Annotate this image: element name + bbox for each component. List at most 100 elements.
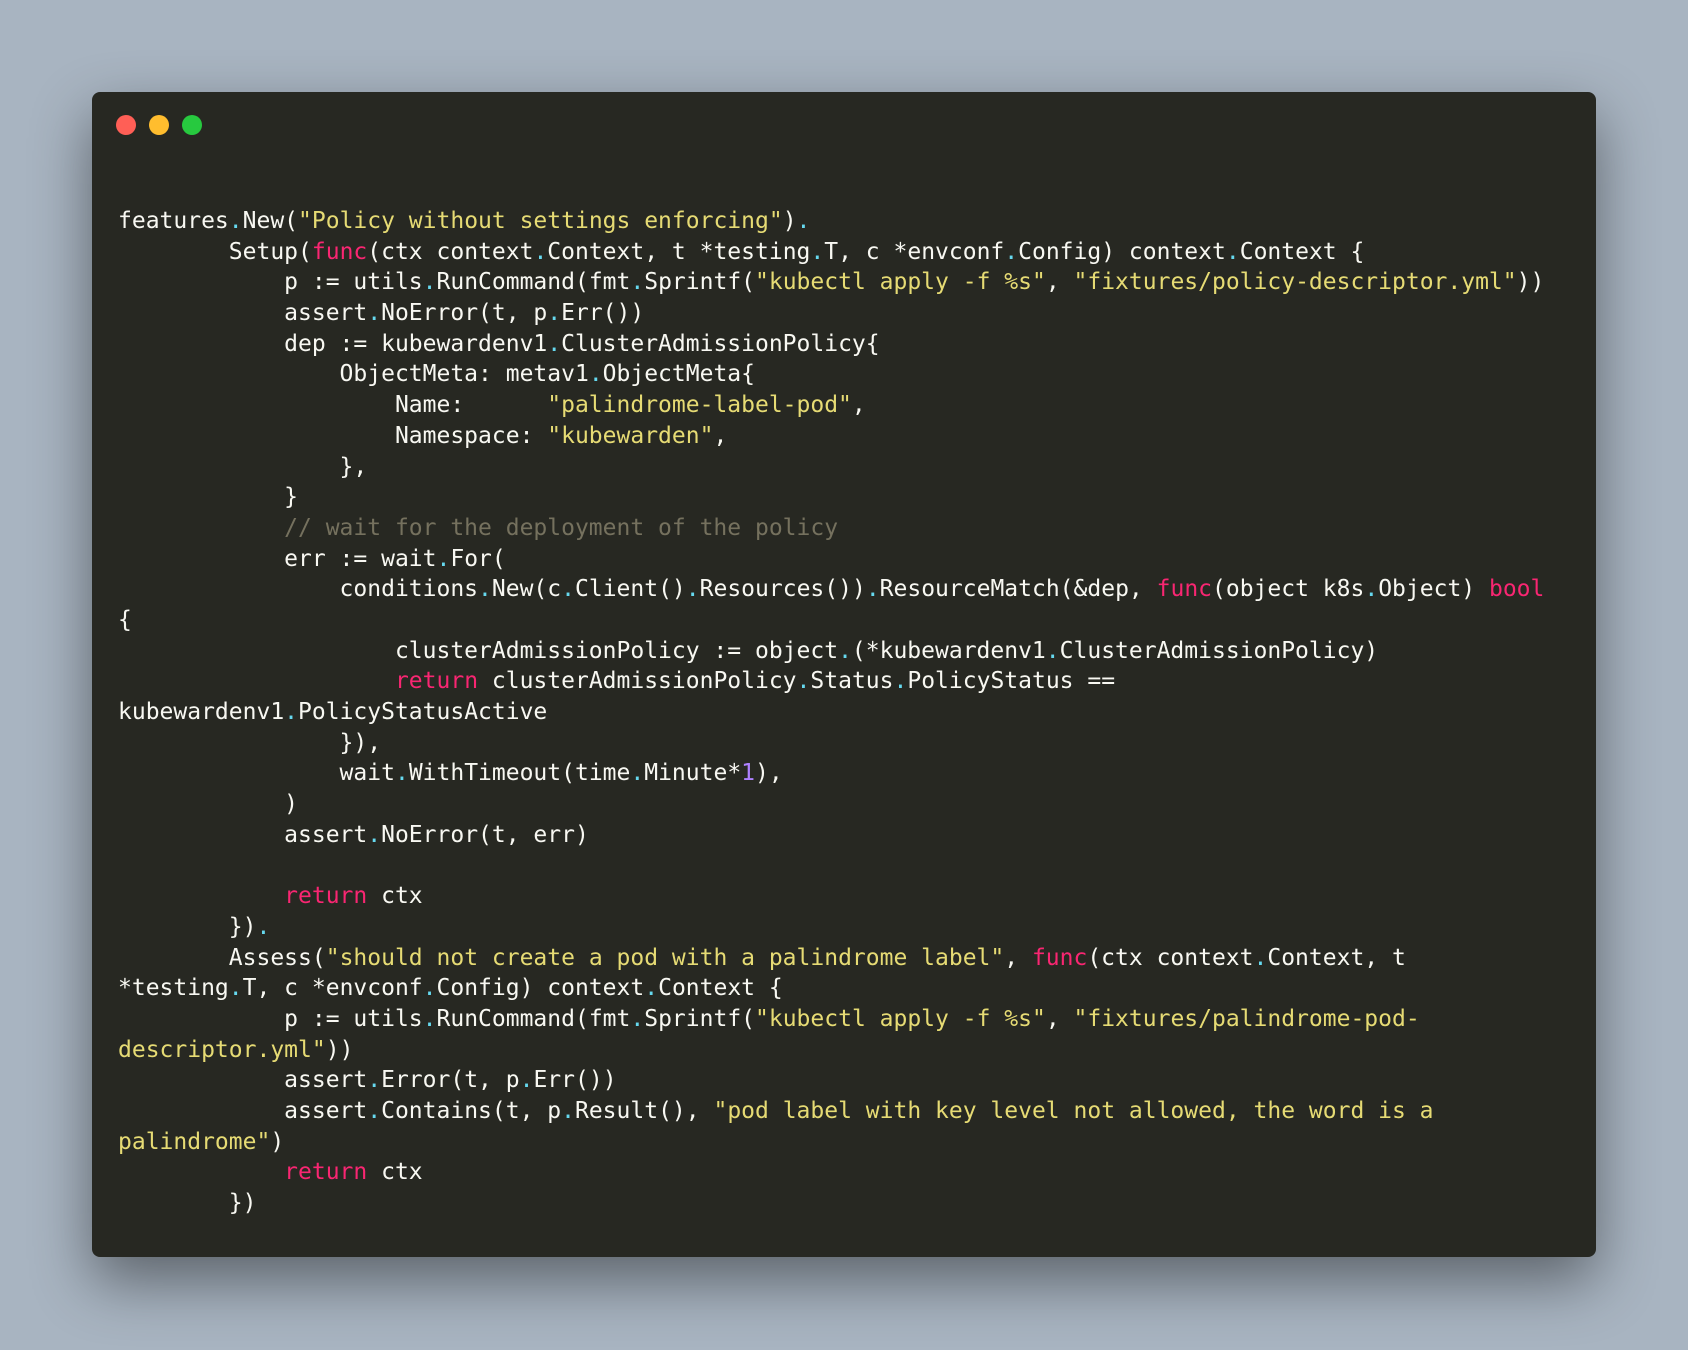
code-line: p := utils.RunCommand(fmt.Sprintf("kubec… [118, 267, 1544, 298]
code-token: (*kubewardenv1 [851, 637, 1046, 664]
code-token: clusterAdmissionPolicy := object [118, 637, 839, 664]
code-token: ctx [367, 883, 423, 910]
code-token: bool [1488, 576, 1545, 603]
code-token: , [1045, 1005, 1074, 1032]
code-line: clusterAdmissionPolicy := object.(*kubew… [118, 636, 1544, 667]
code-token: }), [118, 729, 382, 756]
code-token: "palindrome-label-pod" [547, 392, 852, 419]
code-line: }, [118, 452, 1544, 483]
code-token: PolicyStatus == [907, 668, 1116, 695]
code-token: . [367, 300, 382, 327]
code-token: p := utils [118, 269, 423, 296]
code-token: NoError(t, p [381, 300, 548, 327]
code-token: kubewardenv1 [118, 699, 285, 725]
code-token: . [422, 1005, 437, 1032]
code-token: }, [118, 453, 368, 480]
code-token: func [311, 238, 368, 265]
code-line: features.New("Policy without settings en… [118, 206, 1544, 237]
code-token: assert [118, 1067, 368, 1094]
code-token: RunCommand(fmt [436, 269, 631, 296]
code-line: } [118, 482, 1544, 513]
code-token: . [1045, 637, 1060, 664]
code-token: . [284, 699, 299, 725]
code-token: assert [118, 300, 368, 327]
code-token: return [394, 668, 479, 695]
code-token: err := wait [118, 545, 437, 572]
code-token: , [1004, 944, 1032, 971]
code-line: kubewardenv1.PolicyStatusActive [118, 697, 1544, 728]
code-token: Namespace: [118, 422, 548, 449]
code-token: . [810, 238, 825, 265]
code-token: ), [755, 760, 783, 787]
code-token: . [685, 576, 700, 603]
code-line: // wait for the deployment of the policy [118, 513, 1544, 544]
code-token: Sprintf( [644, 269, 756, 296]
code-token: . [547, 300, 562, 327]
code-token: Contains(t, p [381, 1097, 562, 1124]
code-token: . [478, 576, 492, 603]
minimize-button[interactable] [149, 115, 169, 135]
code-token: ObjectMeta{ [602, 361, 755, 388]
code-token: Setup( [118, 238, 312, 265]
code-token: . [394, 760, 409, 787]
code-token: T, c *envconf [242, 975, 423, 1002]
code-token: ctx [367, 1159, 423, 1186]
close-button[interactable] [116, 115, 136, 135]
code-token: clusterAdmissionPolicy [478, 668, 797, 695]
code-line: Namespace: "kubewarden", [118, 421, 1544, 452]
code-token: "Policy without settings enforcing" [298, 208, 783, 234]
code-token: PolicyStatusActive [298, 699, 548, 725]
code-token: Error(t, p [381, 1067, 520, 1094]
code-token: Sprintf( [644, 1005, 756, 1032]
code-token: . [422, 269, 437, 296]
code-token: NoError(t, err) [381, 821, 589, 848]
code-token: wait [118, 760, 395, 787]
code-token: Context { [1239, 238, 1365, 265]
code-token: )) [325, 1036, 354, 1063]
code-line: dep := kubewardenv1.ClusterAdmissionPoli… [118, 329, 1544, 360]
code-token: . [367, 1067, 382, 1094]
code-token: "kubewarden" [547, 422, 714, 449]
code-token: func [1031, 944, 1088, 971]
code-token: Context { [658, 975, 783, 1002]
code-token: . [630, 760, 645, 787]
code-line: Setup(func(ctx context.Context, t *testi… [118, 237, 1544, 268]
code-token: . [519, 1067, 534, 1094]
code-line: assert.Error(t, p.Err()) [118, 1065, 1544, 1096]
code-token: . [796, 208, 811, 234]
code-line: return clusterAdmissionPolicy.Status.Pol… [118, 666, 1544, 697]
code-token: . [228, 208, 243, 234]
code-token: . [367, 821, 382, 848]
code-token: ObjectMeta: metav1 [118, 361, 589, 388]
code-token: Err()) [561, 300, 645, 327]
code-token: . [630, 269, 645, 296]
code-token: Client() [575, 576, 686, 603]
code-token: features [118, 208, 229, 234]
code-token: assert [118, 1097, 368, 1124]
code-line: return ctx [118, 1157, 1544, 1188]
code-token: } [118, 484, 299, 511]
code-line: Assess("should not create a pod with a p… [118, 943, 1544, 974]
code-token: . [838, 637, 852, 664]
code-token: New(c [491, 576, 562, 603]
code-token: return [284, 1159, 368, 1186]
code-line: { [118, 605, 1544, 636]
code-line: conditions.New(c.Client().Resources()).R… [118, 574, 1545, 605]
code-token: conditions [118, 576, 479, 603]
code-line: err := wait.For( [118, 544, 1544, 575]
maximize-button[interactable] [182, 115, 202, 135]
code-token: "fixtures/palindrome-pod- [1073, 1005, 1420, 1032]
code-token: . [561, 1097, 575, 1124]
code-token: Err()) [533, 1067, 617, 1094]
code-token: // wait for the deployment of the policy [118, 514, 839, 541]
code-token: T, c *envconf [824, 238, 1005, 265]
code-token: , [851, 392, 866, 419]
code-token: , [1045, 269, 1074, 296]
code-token: . [893, 668, 908, 695]
code-token: New( [242, 208, 299, 234]
code-token: palindrome" [118, 1128, 271, 1155]
code-token: . [256, 913, 271, 940]
code-line: Name: "palindrome-label-pod", [118, 390, 1544, 421]
code-token: Config) context [436, 975, 645, 1002]
code-token: ClusterAdmissionPolicy{ [561, 330, 880, 357]
